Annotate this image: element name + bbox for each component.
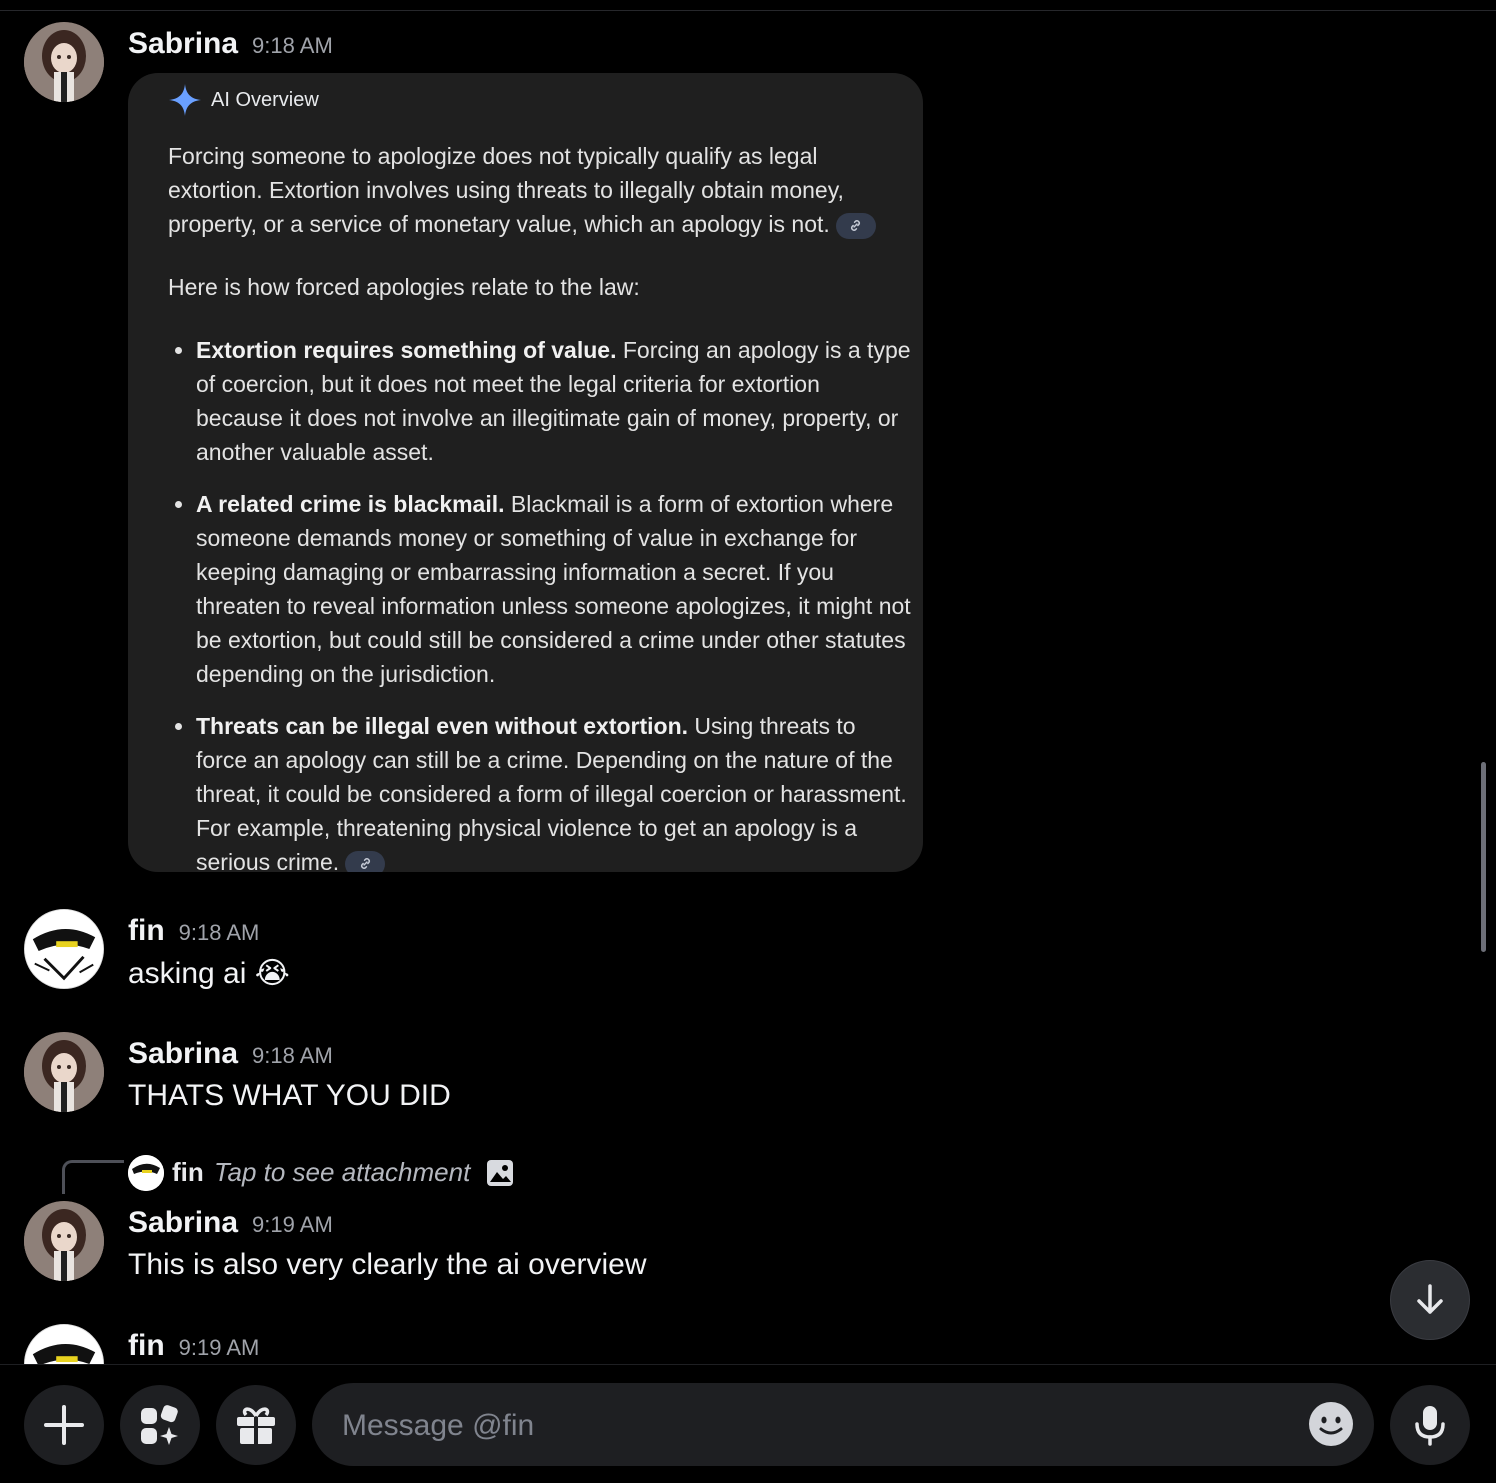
link-icon bbox=[851, 220, 861, 232]
apps-button[interactable] bbox=[120, 1385, 200, 1465]
reply-preview[interactable]: Tap to see attachment bbox=[214, 1157, 470, 1188]
message-author[interactable]: Sabrina 9:19 AM bbox=[128, 1206, 333, 1240]
link-icon bbox=[360, 858, 370, 870]
ai-overview-intro: Forcing someone to apologize does not ty… bbox=[168, 143, 844, 237]
apps-icon bbox=[141, 1405, 178, 1445]
voice-message-button[interactable] bbox=[1390, 1385, 1470, 1465]
emoji-button[interactable] bbox=[1308, 1401, 1354, 1447]
reply-author[interactable]: fin bbox=[172, 1157, 204, 1188]
scrollbar-thumb[interactable] bbox=[1481, 762, 1486, 952]
message-timestamp: 9:18 AM bbox=[178, 920, 260, 945]
avatar-fin[interactable] bbox=[24, 909, 104, 989]
message-text: THATS WHAT YOU DID bbox=[128, 1079, 451, 1112]
emoji-icon bbox=[1309, 1402, 1353, 1446]
reply-avatar[interactable] bbox=[128, 1155, 164, 1191]
message-author[interactable]: Sabrina 9:18 AM bbox=[128, 27, 333, 61]
list-item: Threats can be illegal even without exto… bbox=[196, 709, 913, 872]
avatar-fin[interactable] bbox=[24, 1324, 104, 1364]
list-item: A related crime is blackmail. Blackmail … bbox=[196, 487, 913, 691]
message-list[interactable]: Sabrina 9:18 AM AI Overview Forcing someo… bbox=[0, 11, 1496, 1364]
avatar-sabrina[interactable] bbox=[24, 22, 104, 102]
message-input-container[interactable] bbox=[312, 1383, 1374, 1468]
source-link-button[interactable] bbox=[835, 212, 876, 239]
sparkle-icon bbox=[169, 84, 201, 116]
message-author[interactable]: fin 9:19 AM bbox=[128, 1329, 259, 1363]
message-timestamp: 9:19 AM bbox=[252, 1212, 333, 1237]
plus-icon bbox=[44, 1405, 84, 1445]
microphone-icon bbox=[1415, 1406, 1445, 1446]
message-input[interactable] bbox=[340, 1383, 1284, 1468]
reply-connector bbox=[62, 1160, 124, 1194]
ai-overview-body: Forcing someone to apologize does not ty… bbox=[168, 139, 913, 872]
avatar-sabrina[interactable] bbox=[24, 1201, 104, 1281]
list-item: Extortion requires something of value. F… bbox=[196, 333, 913, 469]
jump-to-bottom-button[interactable] bbox=[1390, 1260, 1470, 1340]
gift-button[interactable] bbox=[216, 1385, 296, 1465]
source-link-button[interactable] bbox=[345, 850, 386, 872]
message-author[interactable]: fin 9:18 AM bbox=[128, 914, 259, 948]
add-attachment-button[interactable] bbox=[24, 1385, 104, 1465]
message-timestamp: 9:19 AM bbox=[178, 1335, 260, 1360]
message-author[interactable]: Sabrina 9:18 AM bbox=[128, 1037, 333, 1071]
gift-icon bbox=[237, 1407, 275, 1444]
message-timestamp: 9:18 AM bbox=[252, 33, 333, 58]
image-icon bbox=[487, 1160, 513, 1186]
ai-overview-header: AI Overview bbox=[168, 83, 319, 117]
ai-overview-lead: Here is how forced apologies relate to t… bbox=[168, 274, 640, 300]
arrow-down-icon bbox=[1417, 1284, 1443, 1314]
message-text: This is also very clearly the ai overvie… bbox=[128, 1248, 647, 1281]
ai-overview-label: AI Overview bbox=[211, 88, 319, 111]
message-text: asking ai 😭 bbox=[128, 957, 290, 990]
ai-overview-card[interactable]: AI Overview Forcing someone to apologize… bbox=[128, 73, 923, 872]
ai-overview-list: Extortion requires something of value. F… bbox=[168, 333, 913, 872]
message-timestamp: 9:18 AM bbox=[252, 1043, 333, 1068]
avatar-sabrina[interactable] bbox=[24, 1032, 104, 1112]
